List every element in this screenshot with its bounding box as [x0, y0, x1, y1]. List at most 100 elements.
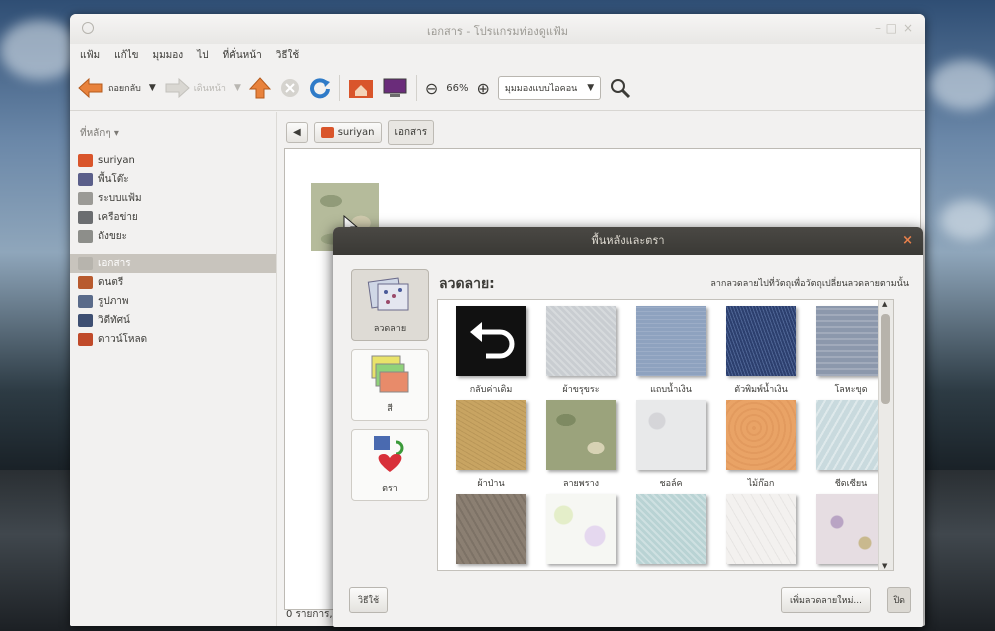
back-arrow-icon: [78, 77, 103, 99]
forward-history-dropdown-icon[interactable]: ▼: [234, 83, 241, 93]
zoom-level[interactable]: 66%: [446, 83, 468, 94]
category-emblems[interactable]: ตรา: [351, 429, 429, 501]
scroll-up-icon[interactable]: ▲: [882, 300, 887, 308]
pattern-tile[interactable]: [726, 306, 796, 376]
sidebar-item-documents[interactable]: เอกสาร: [70, 254, 276, 273]
view-mode-select[interactable]: มุมมองแบบไอคอน ▼: [497, 76, 602, 100]
sidebar-item-label: วิดีทัศน์: [98, 315, 130, 326]
toolbar-separator: [415, 75, 417, 101]
home-folder-icon[interactable]: [348, 77, 374, 99]
window-title: เอกสาร - โปรแกรมท่องดูแฟ้ม: [427, 25, 568, 38]
reset-pattern-tile[interactable]: [456, 306, 526, 376]
menu-edit[interactable]: แก้ไข: [114, 48, 138, 63]
pattern-label: กลับค่าเดิม: [469, 385, 513, 395]
pictures-icon: [78, 295, 93, 308]
help-button[interactable]: วิธีใช้: [349, 587, 389, 613]
sidebar-item-trash[interactable]: ถังขยะ: [70, 227, 276, 246]
search-icon[interactable]: [609, 77, 631, 99]
category-patterns[interactable]: ลวดลาย: [351, 269, 429, 341]
menu-help[interactable]: วิธีใช้: [276, 48, 299, 63]
music-icon: [78, 276, 93, 289]
close-button[interactable]: ปิด: [887, 587, 911, 613]
pattern-tile[interactable]: [456, 400, 526, 470]
network-icon: [78, 211, 93, 224]
path-current-label: เอกสาร: [394, 127, 428, 138]
pattern-tile[interactable]: [456, 494, 526, 564]
sidebar-item-pictures[interactable]: รูปภาพ: [70, 292, 276, 311]
pattern-label: ผ้าป่าน: [477, 479, 505, 489]
scroll-down-icon[interactable]: ▼: [882, 562, 887, 570]
back-history-dropdown-icon[interactable]: ▼: [149, 83, 156, 93]
desktop-icon: [78, 173, 93, 186]
pattern-tile[interactable]: [726, 494, 796, 564]
patterns-category-icon: [367, 277, 409, 311]
menu-bookmarks[interactable]: ที่คั่นหน้า: [223, 48, 262, 63]
patterns-heading: ลวดลาย:: [439, 276, 495, 292]
category-patterns-label: ลวดลาย: [373, 324, 407, 334]
pattern-tile[interactable]: [546, 494, 616, 564]
zoom-in-icon[interactable]: ⊕: [477, 79, 490, 98]
dialog-titlebar[interactable]: พื้นหลังและตรา ×: [333, 227, 923, 255]
path-left-button[interactable]: ◀: [286, 122, 308, 143]
reload-icon[interactable]: [309, 77, 331, 99]
patterns-grid: กลับค่าเดิม ผ้าขรุขระ แถบน้ำเงิน ตัวพิมพ์น้…: [437, 299, 894, 571]
sidebar-item-desktop[interactable]: พื้นโต๊ะ: [70, 170, 276, 189]
scrollbar-thumb[interactable]: [881, 314, 890, 404]
computer-icon[interactable]: [382, 77, 408, 99]
sidebar-item-label: รูปภาพ: [98, 296, 129, 307]
forward-label: เดินหน้า: [193, 84, 226, 94]
pattern-tile[interactable]: [636, 306, 706, 376]
menu-file[interactable]: แฟ้ม: [80, 48, 100, 63]
undo-arrow-icon: [470, 322, 515, 359]
pattern-tile[interactable]: [816, 494, 886, 564]
dialog-close-icon[interactable]: ×: [902, 227, 913, 255]
trash-icon: [78, 230, 93, 243]
menu-view[interactable]: มุมมอง: [153, 48, 184, 63]
stop-icon[interactable]: [279, 77, 301, 99]
places-header[interactable]: ที่หลักๆ ▾: [70, 112, 276, 151]
sidebar-item-label: เครือข่าย: [98, 212, 138, 223]
toolbar-separator: [338, 75, 340, 101]
pattern-tile[interactable]: [546, 400, 616, 470]
home-folder-icon: [320, 127, 334, 138]
home-icon: [78, 154, 93, 167]
back-label: ถอยกลับ: [108, 84, 141, 94]
close-icon[interactable]: ×: [903, 21, 913, 35]
sidebar-item-music[interactable]: ดนตรี: [70, 273, 276, 292]
minimize-icon[interactable]: –: [875, 21, 881, 35]
window-titlebar[interactable]: เอกสาร - โปรแกรมท่องดูแฟ้ม – □ ×: [70, 14, 925, 44]
sidebar-item-label: เอกสาร: [98, 258, 131, 269]
zoom-out-icon[interactable]: ⊖: [425, 79, 438, 98]
videos-icon: [78, 314, 93, 327]
sidebar-item-home[interactable]: suriyan: [70, 151, 276, 170]
pattern-tile[interactable]: [636, 494, 706, 564]
pattern-label: ชอล์ค: [659, 479, 683, 489]
emblems-category-icon: [374, 436, 404, 472]
pattern-tile[interactable]: [816, 306, 886, 376]
sidebar-item-label: ระบบแฟ้ม: [98, 193, 142, 204]
forward-button[interactable]: เดินหน้า: [164, 77, 226, 99]
menu-go[interactable]: ไป: [197, 48, 208, 63]
pattern-tile[interactable]: [726, 400, 796, 470]
sidebar-item-filesystem[interactable]: ระบบแฟ้ม: [70, 189, 276, 208]
toolbar: ถอยกลับ ▼ เดินหน้า ▼ ⊖ 66% ⊕ มุมมองแบบไอ…: [70, 66, 925, 111]
pattern-tile[interactable]: [816, 400, 886, 470]
pattern-label: ไม้ก๊อก: [747, 479, 775, 489]
chevron-left-icon: ◀: [293, 127, 301, 138]
pattern-tile[interactable]: [546, 306, 616, 376]
category-colors[interactable]: สี: [351, 349, 429, 421]
category-emblems-label: ตรา: [382, 484, 398, 494]
path-current-button[interactable]: เอกสาร: [387, 120, 435, 145]
back-button[interactable]: ถอยกลับ: [78, 77, 141, 99]
sidebar-item-videos[interactable]: วิดีทัศน์: [70, 311, 276, 330]
sidebar-item-network[interactable]: เครือข่าย: [70, 208, 276, 227]
sidebar-item-downloads[interactable]: ดาวน์โหลด: [70, 330, 276, 349]
maximize-icon[interactable]: □: [886, 21, 897, 35]
pattern-tile[interactable]: [636, 400, 706, 470]
add-pattern-button[interactable]: เพิ่มลวดลายใหม่...: [780, 587, 871, 613]
dialog-title: พื้นหลังและตรา: [591, 234, 665, 247]
patterns-scrollbar[interactable]: ▲ ▼: [878, 300, 893, 570]
path-home-button[interactable]: suriyan: [313, 122, 382, 143]
sidebar-item-label: suriyan: [98, 155, 135, 166]
up-arrow-icon[interactable]: [248, 77, 271, 99]
